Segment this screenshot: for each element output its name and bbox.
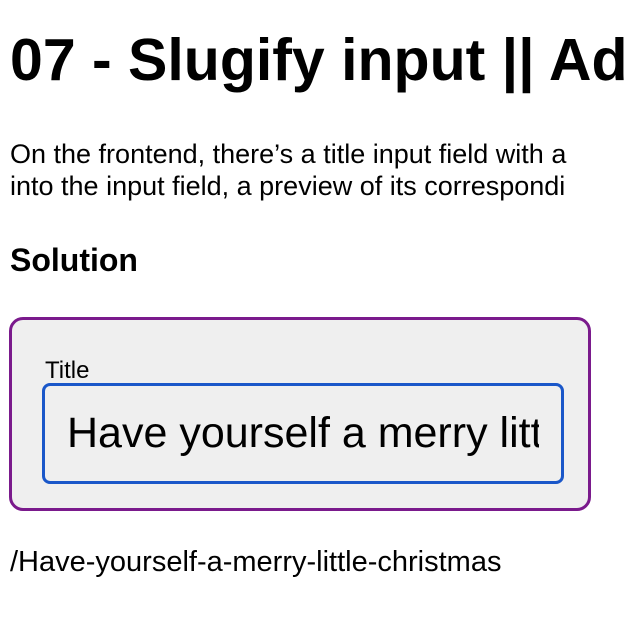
title-input[interactable] (42, 383, 564, 484)
solution-heading: Solution (10, 242, 138, 278)
intro-line-2: into the input field, a preview of its c… (10, 171, 566, 201)
slug-preview: /Have-yourself-a-merry-little-christmas (10, 546, 502, 578)
intro-paragraph: On the frontend, there’s a title input f… (10, 138, 566, 202)
page-title: 07 - Slugify input || Ad (10, 27, 628, 93)
title-label: Title (45, 357, 90, 384)
intro-line-1: On the frontend, there’s a title input f… (10, 139, 567, 169)
demo-container: Title (9, 317, 591, 511)
